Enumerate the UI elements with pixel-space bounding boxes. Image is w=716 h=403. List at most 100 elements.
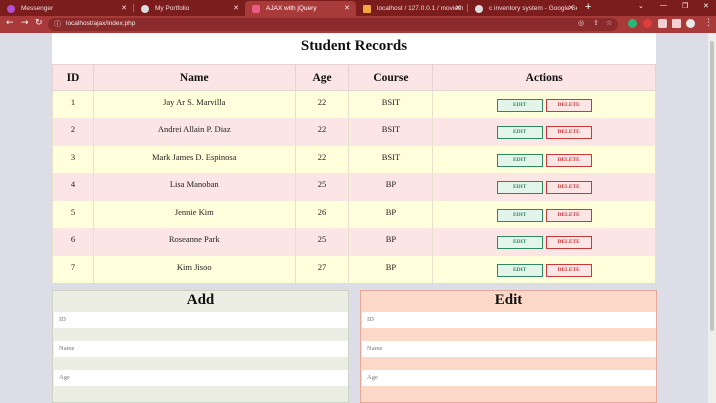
- maximize-icon[interactable]: ❐: [682, 2, 688, 10]
- cell-name: Jay Ar S. Marvilla: [92, 90, 296, 118]
- close-icon[interactable]: ✕: [455, 4, 461, 12]
- cell-name: Kim Jisoo: [92, 255, 296, 283]
- edit-button[interactable]: EDIT: [496, 153, 543, 167]
- edit-form-panel: Edit: [360, 290, 657, 403]
- add-form-panel: Add: [52, 290, 349, 403]
- column-header-name: Name: [92, 64, 296, 91]
- delete-button[interactable]: DELETE: [545, 263, 592, 277]
- add-age-input[interactable]: [54, 370, 348, 386]
- scrollbar-thumb[interactable]: [710, 41, 714, 331]
- cell-actions: EDIT DELETE: [432, 90, 656, 118]
- new-tab-icon[interactable]: +: [585, 1, 591, 13]
- url-text: localhost/ajax/index.php: [66, 20, 136, 27]
- cell-course: BP: [348, 173, 434, 201]
- cell-name: Andrei Allain P. Diaz: [92, 118, 296, 146]
- tab-localhost[interactable]: localhost / 127.0.0.1 / moviethea ✕: [356, 1, 467, 16]
- edit-name-input[interactable]: [362, 341, 656, 357]
- cell-course: BSIT: [348, 145, 434, 173]
- menu-icon[interactable]: ⋮: [704, 18, 713, 28]
- cell-id: 6: [52, 228, 94, 256]
- google-lens-icon[interactable]: ◎: [578, 19, 584, 27]
- puzzle-icon[interactable]: [658, 19, 667, 28]
- delete-button[interactable]: DELETE: [545, 236, 592, 249]
- add-id-input[interactable]: [54, 312, 348, 328]
- cell-name: Mark James D. Espinosa: [92, 145, 296, 173]
- table-header-row: ID Name Age Course Actions: [52, 64, 656, 91]
- heart-icon: [252, 4, 260, 13]
- delete-button[interactable]: DELETE: [545, 208, 592, 222]
- edit-button[interactable]: EDIT: [496, 208, 543, 222]
- delete-button[interactable]: DELETE: [545, 99, 592, 112]
- tab-search-icon[interactable]: ⌄: [638, 2, 644, 10]
- profile-avatar[interactable]: [686, 19, 695, 28]
- tab-ajax-jquery[interactable]: AJAX with jQuery ✕: [245, 1, 356, 16]
- table-row: 6 Roseanne Park 25 BP EDIT DELETE: [52, 228, 656, 256]
- edit-button[interactable]: EDIT: [496, 99, 543, 112]
- tab-label: AJAX with jQuery: [266, 5, 317, 12]
- grammarly-extension-icon[interactable]: [628, 19, 637, 28]
- cell-actions: EDIT DELETE: [432, 255, 656, 283]
- tab-messenger[interactable]: Messenger ✕: [0, 1, 133, 16]
- edit-id-input[interactable]: [362, 312, 656, 328]
- cell-name: Roseanne Park: [92, 228, 296, 256]
- column-header-id: ID: [52, 64, 94, 91]
- window-close-icon[interactable]: ✕: [703, 2, 709, 10]
- address-bar[interactable]: ⓘ localhost/ajax/index.php ◎ ⇪ ☆: [48, 18, 618, 31]
- delete-button[interactable]: DELETE: [545, 126, 592, 139]
- cell-course: BP: [348, 255, 434, 283]
- cell-age: 25: [294, 173, 350, 201]
- edit-button[interactable]: EDIT: [496, 263, 543, 277]
- table-row: 7 Kim Jisoo 27 BP EDIT DELETE: [52, 255, 656, 283]
- table-row: 3 Mark James D. Espinosa 22 BSIT EDIT DELETE: [52, 145, 656, 173]
- tab-google-search[interactable]: c inventory system - Google Sea ✕: [468, 1, 580, 16]
- column-header-course: Course: [348, 64, 434, 91]
- close-icon[interactable]: ✕: [121, 4, 127, 12]
- side-panel-icon[interactable]: [672, 19, 681, 28]
- column-header-age: Age: [294, 64, 350, 91]
- messenger-icon: [7, 4, 15, 13]
- edit-button[interactable]: EDIT: [496, 236, 543, 249]
- add-name-input[interactable]: [54, 341, 348, 357]
- delete-button[interactable]: DELETE: [545, 153, 592, 167]
- cell-name: Lisa Manoban: [92, 173, 296, 201]
- edit-age-input[interactable]: [362, 370, 656, 386]
- share-icon[interactable]: ⇪: [593, 19, 599, 27]
- cell-id: 7: [52, 255, 94, 283]
- back-icon[interactable]: ←: [6, 18, 14, 28]
- browser-toolbar: ← → ↻ ⓘ localhost/ajax/index.php ◎ ⇪ ☆ ⋮: [0, 16, 716, 33]
- cell-course: BSIT: [348, 118, 434, 146]
- cell-actions: EDIT DELETE: [432, 145, 656, 173]
- cell-age: 22: [294, 145, 350, 173]
- table-row: 1 Jay Ar S. Marvilla 22 BSIT EDIT DELETE: [52, 90, 656, 118]
- cell-age: 27: [294, 255, 350, 283]
- close-icon[interactable]: ✕: [344, 4, 350, 12]
- cell-course: BP: [348, 200, 434, 228]
- minimize-icon[interactable]: —: [660, 2, 667, 9]
- table-row: 2 Andrei Allain P. Diaz 22 BSIT EDIT DELETE: [52, 118, 656, 146]
- site-info-icon[interactable]: ⓘ: [54, 19, 61, 29]
- tab-label: localhost / 127.0.0.1 / moviethea: [377, 5, 463, 12]
- tab-portfolio[interactable]: My Portfolio ✕: [134, 1, 245, 16]
- cell-id: 4: [52, 173, 94, 201]
- column-header-actions: Actions: [432, 64, 656, 91]
- forward-icon[interactable]: →: [21, 18, 29, 28]
- edit-button[interactable]: EDIT: [496, 181, 543, 194]
- cell-age: 26: [294, 200, 350, 228]
- browser-tab-strip: Messenger ✕ My Portfolio ✕ AJAX with jQu…: [0, 0, 716, 16]
- delete-button[interactable]: DELETE: [545, 181, 592, 194]
- close-icon[interactable]: ✕: [568, 4, 574, 12]
- cell-actions: EDIT DELETE: [432, 200, 656, 228]
- sailboat-icon: [363, 4, 371, 13]
- cell-id: 5: [52, 200, 94, 228]
- tab-label: Messenger: [21, 5, 54, 12]
- bookmark-star-icon[interactable]: ☆: [606, 19, 612, 27]
- edit-button[interactable]: EDIT: [496, 126, 543, 139]
- reload-icon[interactable]: ↻: [35, 18, 43, 28]
- student-table: ID Name Age Course Actions 1 Jay Ar S. Ma…: [52, 64, 656, 283]
- close-icon[interactable]: ✕: [233, 4, 239, 12]
- cell-course: BSIT: [348, 90, 434, 118]
- page-scrollbar[interactable]: [708, 33, 716, 403]
- cell-id: 2: [52, 118, 94, 146]
- cell-age: 22: [294, 118, 350, 146]
- extension-icon[interactable]: [643, 19, 652, 28]
